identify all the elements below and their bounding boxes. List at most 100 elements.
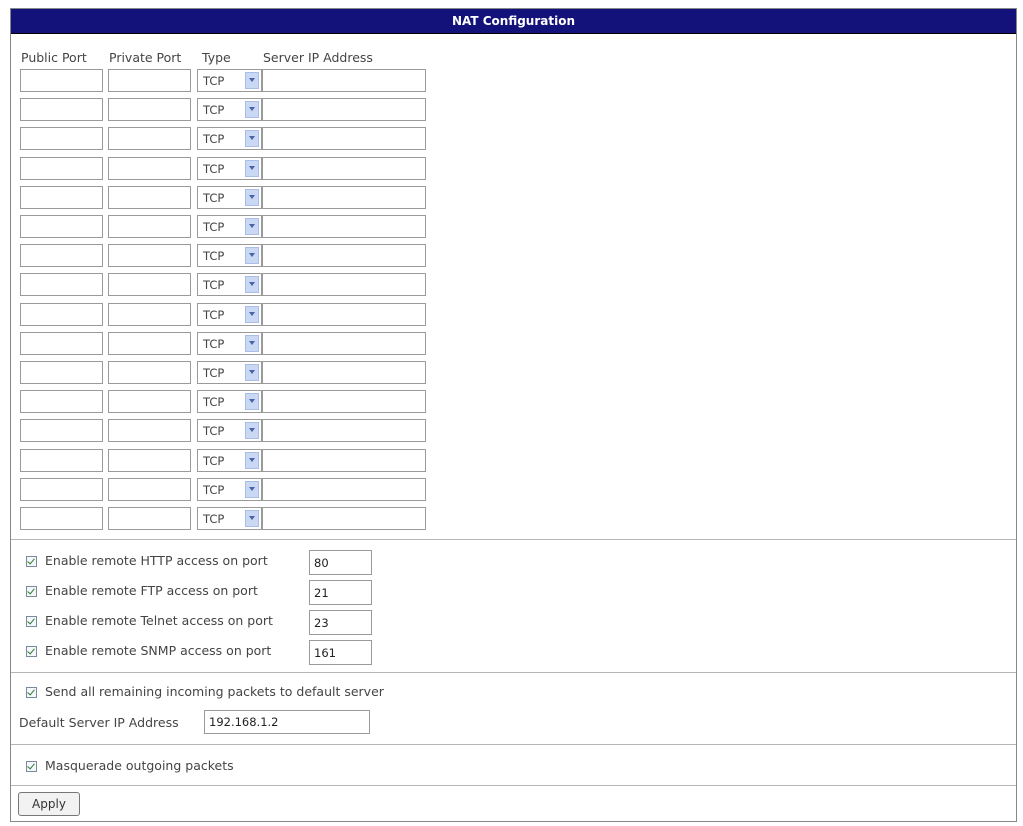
server-ip-input[interactable] — [262, 390, 426, 413]
remote-access-port-input[interactable] — [309, 610, 372, 635]
remote-access-checkbox[interactable] — [26, 556, 37, 567]
chevron-down-icon[interactable] — [245, 481, 259, 498]
apply-button[interactable]: Apply — [18, 792, 80, 816]
public-port-input[interactable] — [20, 390, 103, 413]
remote-access-checkbox[interactable] — [26, 646, 37, 657]
send-default-server-checkbox[interactable] — [26, 687, 37, 698]
masquerade-checkbox[interactable] — [26, 761, 37, 772]
protocol-type-value: TCP — [203, 278, 225, 292]
private-port-input[interactable] — [108, 390, 191, 413]
protocol-type-select[interactable]: TCP — [197, 157, 262, 180]
chevron-down-icon[interactable] — [245, 364, 259, 381]
public-port-input[interactable] — [20, 303, 103, 326]
protocol-type-select[interactable]: TCP — [197, 98, 262, 121]
public-port-input[interactable] — [20, 449, 103, 472]
protocol-type-select[interactable]: TCP — [197, 303, 262, 326]
private-port-input[interactable] — [108, 157, 191, 180]
chevron-down-icon[interactable] — [245, 510, 259, 527]
protocol-type-select[interactable]: TCP — [197, 186, 262, 209]
protocol-type-select[interactable]: TCP — [197, 449, 262, 472]
public-port-input[interactable] — [20, 98, 103, 121]
private-port-input[interactable] — [108, 478, 191, 501]
private-port-input[interactable] — [108, 273, 191, 296]
protocol-type-select[interactable]: TCP — [197, 215, 262, 238]
remote-access-checkbox[interactable] — [26, 586, 37, 597]
chevron-down-icon[interactable] — [245, 218, 259, 235]
chevron-down-icon[interactable] — [245, 189, 259, 206]
private-port-input[interactable] — [108, 98, 191, 121]
chevron-down-icon[interactable] — [245, 247, 259, 264]
server-ip-input[interactable] — [262, 449, 426, 472]
private-port-input[interactable] — [108, 419, 191, 442]
section-divider — [11, 785, 1016, 786]
server-ip-input[interactable] — [262, 478, 426, 501]
protocol-type-select[interactable]: TCP — [197, 244, 262, 267]
public-port-input[interactable] — [20, 215, 103, 238]
public-port-input[interactable] — [20, 478, 103, 501]
nat-configuration-panel: NAT Configuration Public Port Private Po… — [10, 8, 1017, 822]
private-port-input[interactable] — [108, 507, 191, 530]
private-port-input[interactable] — [108, 127, 191, 150]
private-port-input[interactable] — [108, 303, 191, 326]
public-port-input[interactable] — [20, 273, 103, 296]
private-port-input[interactable] — [108, 449, 191, 472]
chevron-down-icon[interactable] — [245, 72, 259, 89]
protocol-type-select[interactable]: TCP — [197, 127, 262, 150]
private-port-input[interactable] — [108, 361, 191, 384]
server-ip-input[interactable] — [262, 303, 426, 326]
server-ip-input[interactable] — [262, 127, 426, 150]
chevron-down-icon[interactable] — [245, 276, 259, 293]
protocol-type-select[interactable]: TCP — [197, 69, 262, 92]
remote-access-port-input[interactable] — [309, 640, 372, 665]
default-server-ip-input[interactable] — [204, 710, 370, 734]
remote-access-label: Enable remote HTTP access on port — [45, 553, 268, 568]
server-ip-input[interactable] — [262, 98, 426, 121]
chevron-down-icon[interactable] — [245, 393, 259, 410]
protocol-type-select[interactable]: TCP — [197, 273, 262, 296]
public-port-input[interactable] — [20, 507, 103, 530]
server-ip-input[interactable] — [262, 215, 426, 238]
server-ip-input[interactable] — [262, 244, 426, 267]
protocol-type-value: TCP — [203, 424, 225, 438]
server-ip-input[interactable] — [262, 273, 426, 296]
chevron-down-icon[interactable] — [245, 101, 259, 118]
section-divider — [11, 539, 1016, 540]
private-port-input[interactable] — [108, 332, 191, 355]
server-ip-input[interactable] — [262, 332, 426, 355]
public-port-input[interactable] — [20, 186, 103, 209]
public-port-input[interactable] — [20, 419, 103, 442]
chevron-down-icon[interactable] — [245, 130, 259, 147]
public-port-input[interactable] — [20, 244, 103, 267]
chevron-down-icon[interactable] — [245, 335, 259, 352]
panel-title: NAT Configuration — [11, 9, 1016, 34]
public-port-input[interactable] — [20, 127, 103, 150]
public-port-input[interactable] — [20, 332, 103, 355]
send-default-server-label: Send all remaining incoming packets to d… — [45, 684, 384, 699]
public-port-input[interactable] — [20, 361, 103, 384]
protocol-type-select[interactable]: TCP — [197, 478, 262, 501]
server-ip-input[interactable] — [262, 507, 426, 530]
public-port-input[interactable] — [20, 157, 103, 180]
server-ip-input[interactable] — [262, 186, 426, 209]
protocol-type-select[interactable]: TCP — [197, 332, 262, 355]
private-port-input[interactable] — [108, 215, 191, 238]
chevron-down-icon[interactable] — [245, 306, 259, 323]
server-ip-input[interactable] — [262, 361, 426, 384]
server-ip-input[interactable] — [262, 69, 426, 92]
server-ip-input[interactable] — [262, 419, 426, 442]
chevron-down-icon[interactable] — [245, 452, 259, 469]
server-ip-input[interactable] — [262, 157, 426, 180]
private-port-input[interactable] — [108, 186, 191, 209]
protocol-type-select[interactable]: TCP — [197, 419, 262, 442]
remote-access-checkbox[interactable] — [26, 616, 37, 627]
protocol-type-select[interactable]: TCP — [197, 361, 262, 384]
remote-access-port-input[interactable] — [309, 550, 372, 575]
protocol-type-select[interactable]: TCP — [197, 507, 262, 530]
private-port-input[interactable] — [108, 244, 191, 267]
protocol-type-select[interactable]: TCP — [197, 390, 262, 413]
chevron-down-icon[interactable] — [245, 422, 259, 439]
chevron-down-icon[interactable] — [245, 160, 259, 177]
private-port-input[interactable] — [108, 69, 191, 92]
public-port-input[interactable] — [20, 69, 103, 92]
remote-access-port-input[interactable] — [309, 580, 372, 605]
